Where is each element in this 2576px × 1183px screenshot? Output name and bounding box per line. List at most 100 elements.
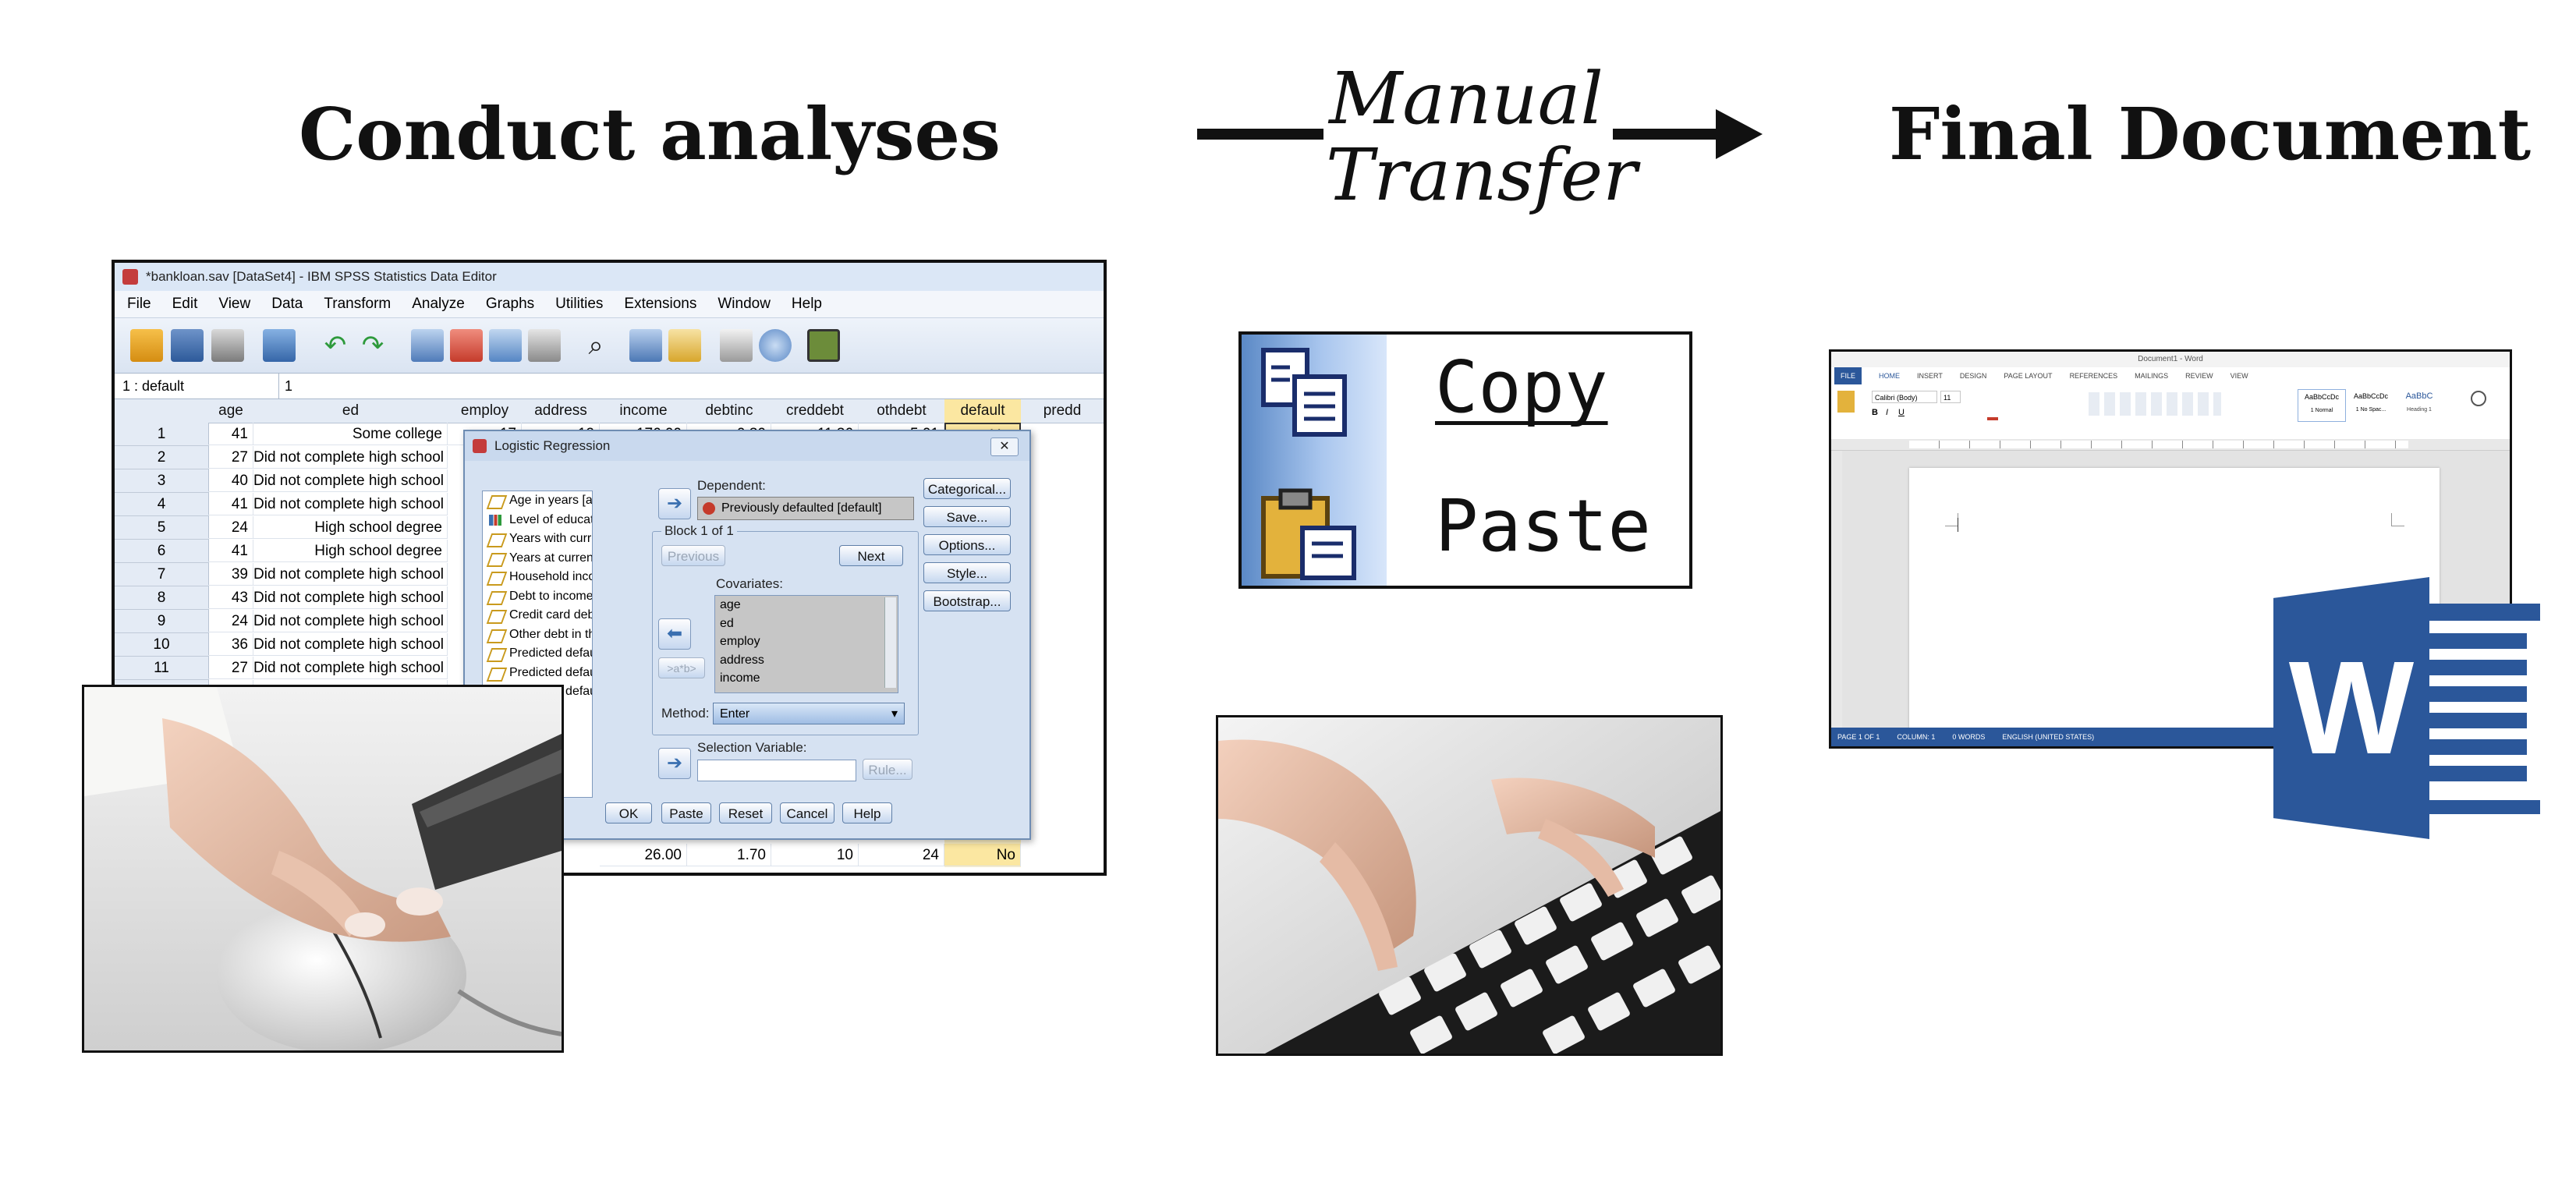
goto-variable-icon[interactable]	[450, 329, 483, 362]
cell-ed[interactable]: Did not complete high school	[253, 446, 448, 469]
column-header-ed[interactable]: ed	[253, 399, 448, 423]
method-select[interactable]: Enter ▾	[713, 703, 905, 724]
run-descriptives-icon[interactable]	[528, 329, 561, 362]
menu-data[interactable]: Data	[271, 291, 303, 317]
menu-view[interactable]: View	[218, 291, 250, 317]
options-button[interactable]: Options...	[923, 534, 1011, 555]
list-item[interactable]: ed	[715, 615, 898, 633]
list-item[interactable]: Other debt in thousa...	[483, 625, 592, 645]
cell-age[interactable]: 24	[208, 610, 253, 632]
find-binoculars-icon[interactable]: ⌕	[579, 329, 612, 362]
find-icon[interactable]	[2471, 391, 2486, 406]
font-name-select[interactable]: Calibri (Body)	[1872, 391, 1937, 403]
list-item[interactable]: Household income i...	[483, 568, 592, 587]
menu-extensions[interactable]: Extensions	[624, 291, 696, 317]
column-header-othdebt[interactable]: othdebt	[859, 399, 945, 423]
bootstrap-button[interactable]: Bootstrap...	[923, 590, 1011, 611]
column-header-predd[interactable]: predd	[1021, 399, 1104, 423]
paste-menu-item[interactable]: Paste	[1435, 484, 1651, 568]
previous-button[interactable]: Previous	[661, 545, 725, 566]
tab-file[interactable]: FILE	[1834, 367, 1862, 384]
cell-ed[interactable]: High school degree	[253, 516, 448, 539]
cell-ed[interactable]: Did not complete high school	[253, 563, 448, 586]
cell-age[interactable]: 27	[208, 657, 253, 679]
list-item[interactable]: income	[715, 669, 898, 688]
dialog-recall-icon[interactable]	[263, 329, 296, 362]
use-sets-icon[interactable]	[759, 329, 792, 362]
cell-age[interactable]: 36	[208, 633, 253, 656]
dependent-field[interactable]: Previously defaulted [default]	[697, 497, 914, 520]
bold-icon[interactable]: B	[1872, 408, 1878, 417]
cell-ed[interactable]: High school degree	[253, 540, 448, 562]
style-heading-1[interactable]: AaBbC Heading 1	[2396, 389, 2443, 420]
column-header-income[interactable]: income	[600, 399, 688, 423]
menu-utilities[interactable]: Utilities	[555, 291, 603, 317]
selection-variable-field[interactable]	[697, 760, 856, 781]
print-icon[interactable]	[211, 329, 244, 362]
open-folder-icon[interactable]	[130, 329, 163, 362]
column-header-creddebt[interactable]: creddebt	[771, 399, 859, 423]
interaction-button[interactable]: >a*b>	[658, 657, 705, 678]
column-header-address[interactable]: address	[522, 399, 601, 423]
cell-age[interactable]: 24	[208, 516, 253, 539]
list-item[interactable]: Age in years [age]	[483, 491, 592, 511]
tab-home[interactable]: HOME	[1879, 367, 1900, 384]
tab-view[interactable]: VIEW	[2231, 367, 2248, 384]
next-button[interactable]: Next	[839, 545, 903, 566]
column-header-employ[interactable]: employ	[448, 399, 523, 423]
underline-icon[interactable]: U	[1898, 408, 1905, 417]
cell-othdebt[interactable]: 24	[859, 844, 944, 866]
list-item[interactable]: Predicted default, m...	[483, 664, 592, 683]
italic-icon[interactable]: I	[1886, 408, 1888, 417]
menu-file[interactable]: File	[127, 291, 151, 317]
menu-help[interactable]: Help	[792, 291, 822, 317]
cell-age[interactable]: 41	[208, 540, 253, 562]
style-normal[interactable]: AaBbCcDc 1 Normal	[2298, 389, 2346, 422]
cell-age[interactable]: 41	[208, 493, 253, 515]
menu-window[interactable]: Window	[718, 291, 771, 317]
list-item[interactable]: Level of education [...	[483, 511, 592, 530]
tab-page-layout[interactable]: PAGE LAYOUT	[2004, 367, 2052, 384]
cell-creddebt[interactable]: 10	[771, 844, 859, 866]
cell-ed[interactable]: Did not complete high school	[253, 610, 448, 632]
move-covariate-arrow-icon[interactable]: ⬅	[658, 618, 691, 650]
menu-transform[interactable]: Transform	[324, 291, 391, 317]
cell-age[interactable]: 39	[208, 563, 253, 586]
list-item[interactable]: Debt to income ratio...	[483, 587, 592, 607]
reset-button[interactable]: Reset	[719, 802, 772, 823]
font-size-select[interactable]: 11	[1940, 391, 1961, 403]
cell-debtinc[interactable]: 1.70	[687, 844, 771, 866]
save-button[interactable]: Save...	[923, 506, 1011, 527]
value-labels-icon[interactable]	[720, 329, 753, 362]
style-button[interactable]: Style...	[923, 562, 1011, 583]
cell-ed[interactable]: Did not complete high school	[253, 469, 448, 492]
variables-icon[interactable]	[489, 329, 522, 362]
cell-ed[interactable]: Did not complete high school	[253, 586, 448, 609]
help-button[interactable]: Help	[842, 802, 892, 823]
list-item[interactable]: Credit card debt in t...	[483, 606, 592, 625]
covariates-scrollbar[interactable]	[884, 597, 896, 688]
cell-ed[interactable]: Did not complete high school	[253, 493, 448, 515]
list-item[interactable]: address	[715, 651, 898, 670]
cell-default[interactable]: No	[944, 844, 1021, 866]
tab-references[interactable]: REFERENCES	[2070, 367, 2118, 384]
rule-button[interactable]: Rule...	[863, 759, 912, 780]
cell-ed[interactable]: Some college	[253, 423, 448, 445]
column-header-debtinc[interactable]: debtinc	[687, 399, 772, 423]
cancel-button[interactable]: Cancel	[780, 802, 834, 823]
cell-age[interactable]: 27	[208, 446, 253, 469]
copy-menu-item[interactable]: Copy	[1435, 345, 1608, 429]
goto-case-icon[interactable]	[411, 329, 444, 362]
tab-insert[interactable]: INSERT	[1917, 367, 1943, 384]
list-item[interactable]: Years at current add...	[483, 549, 592, 568]
insert-variable-icon[interactable]	[668, 329, 701, 362]
undo-icon[interactable]: ↶	[319, 329, 352, 362]
menu-edit[interactable]: Edit	[172, 291, 198, 317]
redo-icon[interactable]: ↷	[356, 329, 389, 362]
ok-button[interactable]: OK	[605, 802, 652, 823]
column-header-default[interactable]: default	[944, 399, 1022, 423]
move-selection-arrow-icon[interactable]: ➔	[658, 748, 691, 779]
tab-mailings[interactable]: MAILINGS	[2135, 367, 2168, 384]
cell-age[interactable]: 41	[208, 423, 253, 445]
list-item[interactable]: Years with current e...	[483, 530, 592, 549]
